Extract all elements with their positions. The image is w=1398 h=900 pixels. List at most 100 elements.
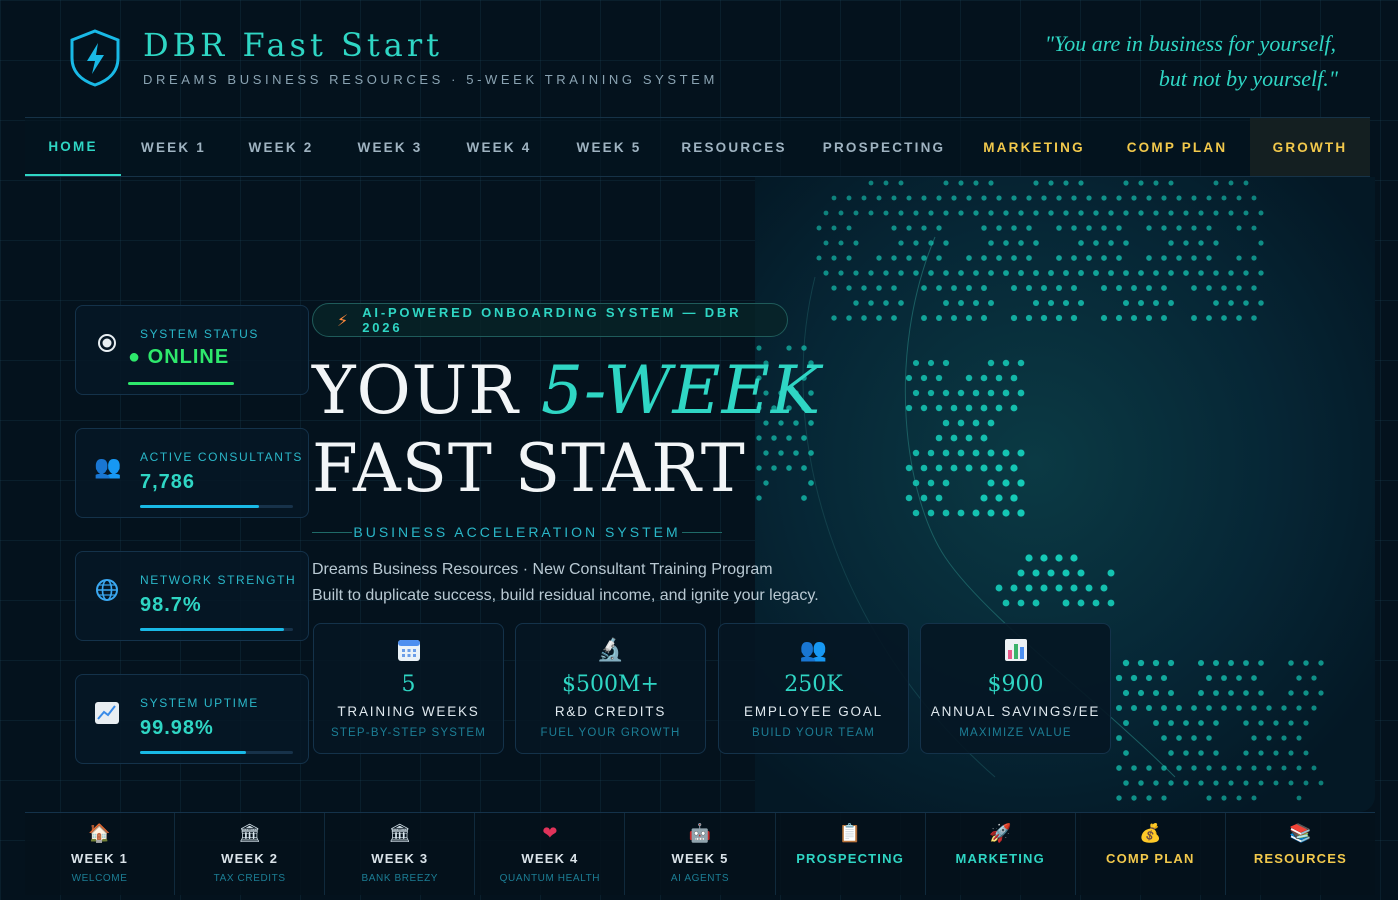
globe-dot xyxy=(1063,210,1069,216)
metric-label: R&D CREDITS xyxy=(554,704,667,719)
globe-dot xyxy=(1296,675,1302,681)
globe-dot xyxy=(1055,314,1063,322)
globe-dot xyxy=(1311,675,1317,681)
globe-dot xyxy=(912,479,920,487)
globe-dot xyxy=(1145,674,1153,682)
nav-week-4[interactable]: WEEK 4 xyxy=(444,118,554,176)
globe-dot xyxy=(1213,660,1219,666)
globe-dot xyxy=(1138,180,1144,186)
globe-dot xyxy=(1070,584,1078,592)
globe-dot xyxy=(853,270,859,276)
globe-dot xyxy=(1025,554,1033,562)
globe-dot xyxy=(898,240,904,246)
globe-dot xyxy=(1176,255,1182,261)
nav-week-1[interactable]: WEEK 1 xyxy=(121,118,226,176)
globe-dot xyxy=(920,494,928,502)
globe-dot xyxy=(1213,180,1219,186)
globe-dot xyxy=(1191,765,1197,771)
globe-dot xyxy=(957,449,965,457)
robot-icon: 🤖 xyxy=(688,823,712,844)
globe-dot xyxy=(1161,705,1167,711)
globe-dot xyxy=(1017,599,1025,607)
stat-card-system-uptime: SYSTEM UPTIME 99.98% xyxy=(75,674,309,764)
globe-dot xyxy=(1206,315,1212,321)
quick-nav-resources[interactable]: 📚 RESOURCES xyxy=(1226,813,1375,895)
quick-nav-sub: BANK BREEZY xyxy=(361,873,439,884)
globe-dot xyxy=(1160,314,1168,322)
quick-nav-week-4[interactable]: ❤ WEEK 4 QUANTUM HEALTH xyxy=(475,813,626,895)
globe-dot xyxy=(1228,780,1234,786)
globe-dot xyxy=(980,404,988,412)
globe-dot xyxy=(936,315,942,321)
quick-nav-label: COMP PLAN xyxy=(1106,851,1195,866)
globe-dot xyxy=(1213,210,1219,216)
globe-dot xyxy=(1303,660,1309,666)
nav-home[interactable]: HOME xyxy=(25,118,121,176)
quick-nav-label: WEEK 3 xyxy=(371,851,429,866)
quick-nav-week-5[interactable]: 🤖 WEEK 5 AI AGENTS xyxy=(625,813,776,895)
lightning-icon: ⚡ xyxy=(337,310,349,330)
globe-dot xyxy=(891,225,897,231)
globe-dot xyxy=(980,314,988,322)
nav-marketing[interactable]: MARKETING xyxy=(964,118,1104,176)
quick-nav-prospecting[interactable]: 📋 PROSPECTING xyxy=(776,813,926,895)
globe-dot xyxy=(1116,765,1122,771)
metric-value: 250K xyxy=(784,672,843,697)
nav-growth[interactable]: GROWTH xyxy=(1250,118,1370,176)
globe-dot xyxy=(1056,225,1062,231)
globe-dot xyxy=(1191,315,1197,321)
globe-dot xyxy=(1206,705,1212,711)
globe-dot xyxy=(958,180,964,186)
globe-dot xyxy=(1213,300,1219,306)
hero-subtitle: BUSINESS ACCELERATION SYSTEM xyxy=(353,524,681,540)
nav-week-3[interactable]: WEEK 3 xyxy=(336,118,444,176)
nav-week-5[interactable]: WEEK 5 xyxy=(554,118,664,176)
status-text: ONLINE xyxy=(147,346,230,368)
nav-week-2[interactable]: WEEK 2 xyxy=(226,118,336,176)
globe-dot xyxy=(1303,720,1309,726)
globe-dot xyxy=(1213,690,1219,696)
nav-resources[interactable]: RESOURCES xyxy=(664,118,804,176)
metric-value: $500M+ xyxy=(562,672,659,697)
globe-dot xyxy=(1288,720,1294,726)
badge-text: AI-POWERED ONBOARDING SYSTEM — DBR 2026 xyxy=(362,305,742,335)
globe-dot xyxy=(1191,285,1197,291)
quick-nav-comp-plan[interactable]: 💰 COMP PLAN xyxy=(1076,813,1226,895)
globe-dot xyxy=(1303,780,1309,786)
globe-dot xyxy=(965,314,973,322)
nav-comp-plan[interactable]: COMP PLAN xyxy=(1104,118,1250,176)
globe-dot xyxy=(1288,690,1294,696)
globe-dot xyxy=(935,464,943,472)
nav-prospecting[interactable]: PROSPECTING xyxy=(804,118,964,176)
globe-dot xyxy=(988,180,994,186)
globe-dot xyxy=(1153,180,1159,186)
globe-dot xyxy=(1183,210,1189,216)
globe-dot xyxy=(1002,479,1010,487)
globe-dot xyxy=(1206,195,1212,201)
quick-nav-sub: WELCOME xyxy=(71,873,128,884)
globe-dot xyxy=(1228,180,1234,186)
globe-dot xyxy=(1107,599,1115,607)
stat-bar-fill xyxy=(140,751,246,754)
quick-nav-week-2[interactable]: 🏛 WEEK 2 TAX CREDITS xyxy=(175,813,326,895)
globe-dot xyxy=(1071,195,1077,201)
globe-dot xyxy=(1115,674,1123,682)
quick-nav-week-3[interactable]: 🏛 WEEK 3 BANK BREEZY xyxy=(325,813,476,895)
globe-dot xyxy=(950,314,958,322)
globe-dot xyxy=(936,255,942,261)
globe-dot xyxy=(1153,210,1159,216)
metric-label: ANNUAL SAVINGS/EE xyxy=(930,704,1101,719)
stat-card-network-strength: NETWORK STRENGTH 98.7% xyxy=(75,551,309,641)
globe-dot xyxy=(1168,720,1174,726)
globe-dot xyxy=(1017,479,1025,487)
globe-dot xyxy=(1071,255,1077,261)
globe-dot xyxy=(1281,765,1287,771)
globe-dot xyxy=(1258,690,1264,696)
bottom-quick-nav: 🏠 WEEK 1 WELCOME 🏛 WEEK 2 TAX CREDITS 🏛 … xyxy=(25,812,1375,895)
quick-nav-marketing[interactable]: 🚀 MARKETING xyxy=(926,813,1076,895)
chart-icon xyxy=(94,701,120,727)
globe-dot xyxy=(1003,240,1009,246)
globe-dot xyxy=(891,315,897,321)
quick-nav-week-1[interactable]: 🏠 WEEK 1 WELCOME xyxy=(25,813,176,895)
hero-title-part: YOUR xyxy=(312,352,541,429)
